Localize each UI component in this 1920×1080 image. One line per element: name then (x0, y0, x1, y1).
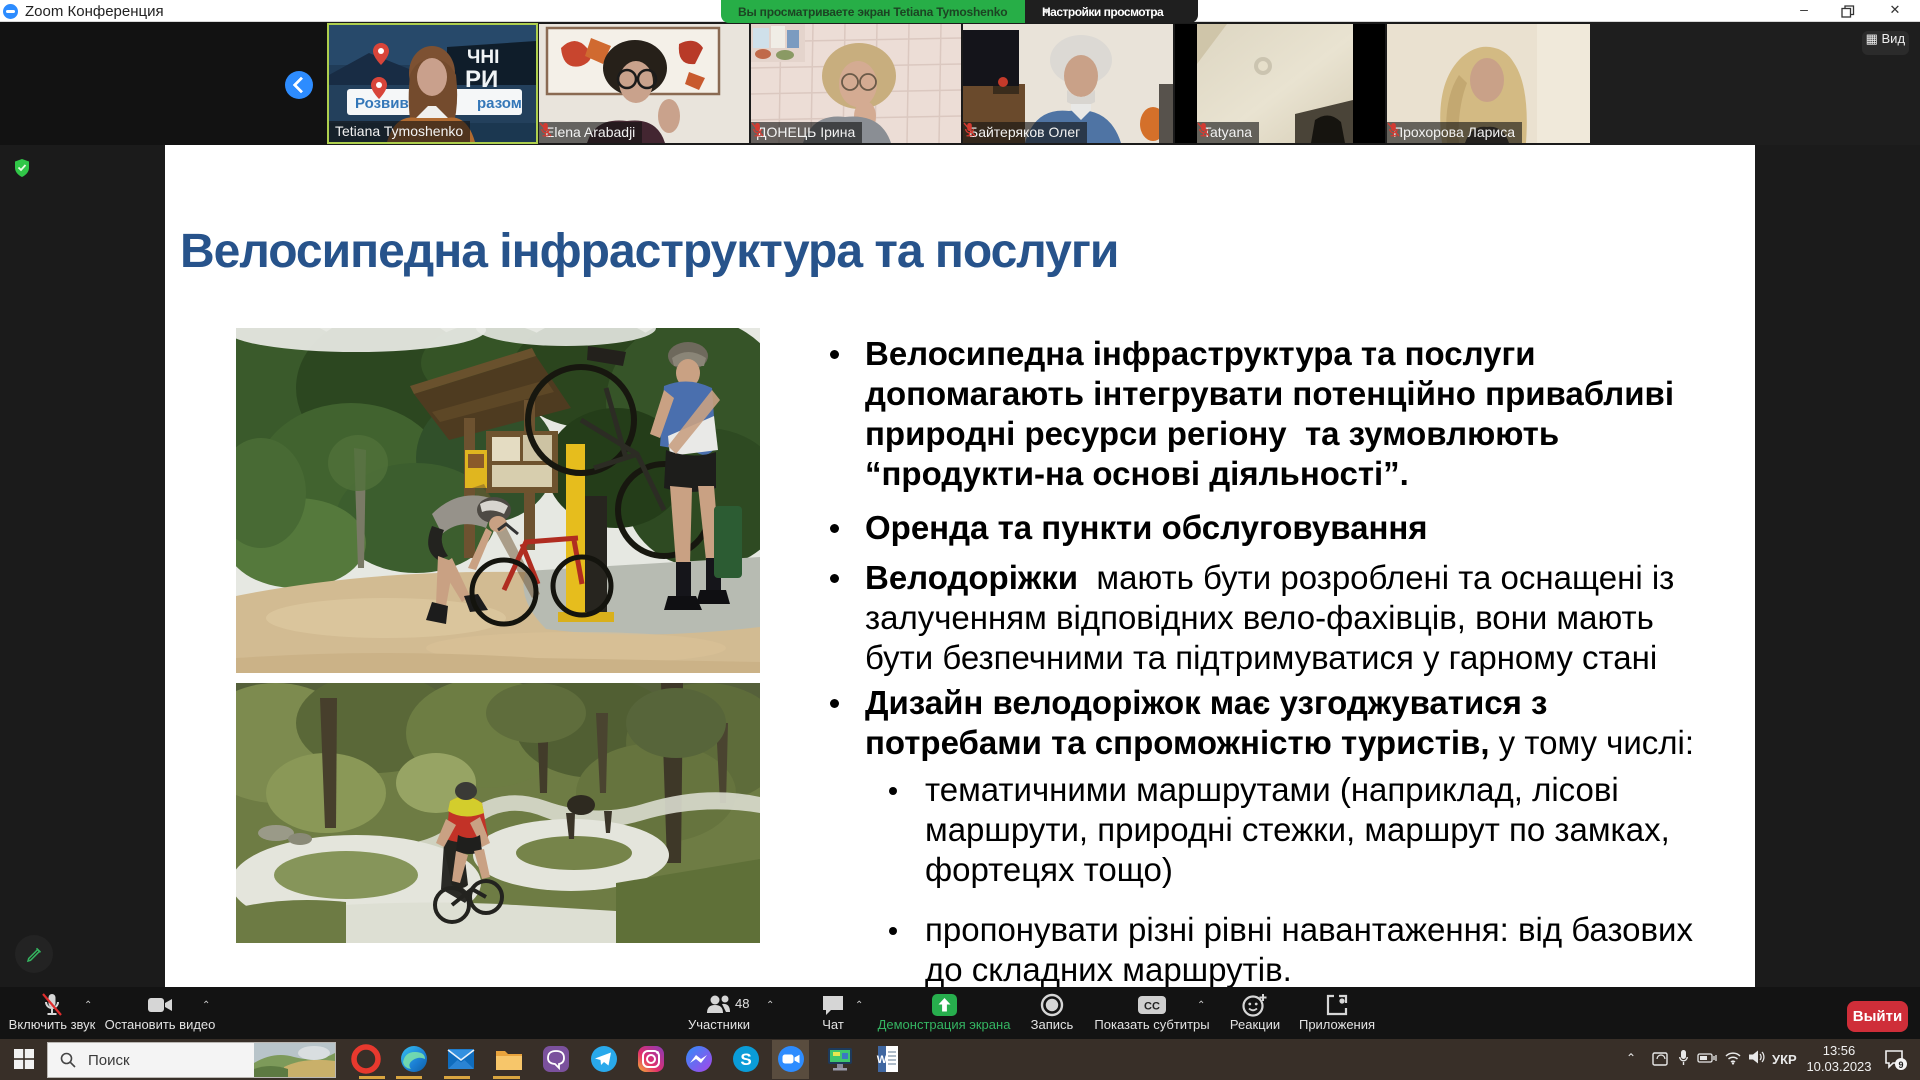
svg-text:S: S (740, 1050, 751, 1069)
svg-text:W: W (877, 1054, 888, 1066)
svg-text:разом: разом (477, 95, 522, 112)
svg-text:9: 9 (1898, 1060, 1903, 1070)
svg-text:ЧНІ: ЧНІ (467, 47, 499, 68)
svg-text:CC: CC (1144, 1001, 1160, 1013)
svg-text:РИ: РИ (465, 66, 498, 93)
